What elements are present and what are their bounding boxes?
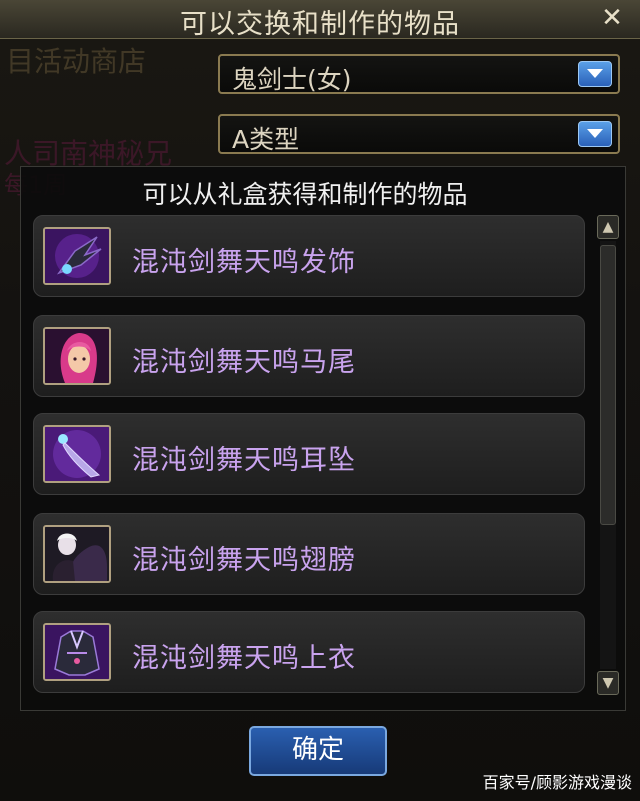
item-name: 混沌剑舞天鸣马尾 <box>132 347 356 378</box>
close-icon[interactable]: ✕ <box>598 4 626 32</box>
list-item[interactable]: 混沌剑舞天鸣上衣 <box>33 611 585 693</box>
list-item[interactable]: 混沌剑舞天鸣翅膀 <box>33 513 585 595</box>
earring-icon <box>43 425 111 483</box>
type-select-value: A类型 <box>232 125 300 154</box>
chevron-down-icon[interactable] <box>578 61 612 87</box>
wings-icon <box>43 525 111 583</box>
type-select[interactable]: A类型 <box>218 114 620 154</box>
item-list-panel: 可以从礼盒获得和制作的物品 混沌剑舞天鸣发饰 混沌剑舞天鸣马尾 混沌剑舞天鸣耳坠… <box>20 166 626 711</box>
scroll-track[interactable] <box>600 241 616 669</box>
title-bar: 可以交换和制作的物品 ✕ <box>0 0 640 40</box>
item-name: 混沌剑舞天鸣耳坠 <box>132 445 356 476</box>
item-name: 混沌剑舞天鸣上衣 <box>132 643 356 674</box>
exchange-dialog: 可以交换和制作的物品 ✕ 鬼剑士(女) A类型 可以从礼盒获得和制作的物品 混沌… <box>0 0 640 801</box>
scroll-down-icon[interactable]: ▼ <box>597 671 619 695</box>
class-select[interactable]: 鬼剑士(女) <box>218 54 620 94</box>
list-item[interactable]: 混沌剑舞天鸣马尾 <box>33 315 585 397</box>
confirm-button[interactable]: 确定 <box>249 726 387 776</box>
dialog-title: 可以交换和制作的物品 <box>180 9 460 40</box>
scrollbar[interactable]: ▲ ▼ <box>597 215 621 695</box>
class-select-value: 鬼剑士(女) <box>232 65 352 94</box>
item-name: 混沌剑舞天鸣发饰 <box>132 247 356 278</box>
watermark: 百家号/顾影游戏漫谈 <box>482 773 632 792</box>
panel-title: 可以从礼盒获得和制作的物品 <box>142 180 468 209</box>
scroll-thumb[interactable] <box>600 245 616 525</box>
ponytail-icon <box>43 327 111 385</box>
list-item[interactable]: 混沌剑舞天鸣发饰 <box>33 215 585 297</box>
item-name: 混沌剑舞天鸣翅膀 <box>132 545 356 576</box>
scroll-up-icon[interactable]: ▲ <box>597 215 619 239</box>
list-item[interactable]: 混沌剑舞天鸣耳坠 <box>33 413 585 495</box>
top-icon <box>43 623 111 681</box>
chevron-down-icon[interactable] <box>578 121 612 147</box>
hair-ornament-icon <box>43 227 111 285</box>
